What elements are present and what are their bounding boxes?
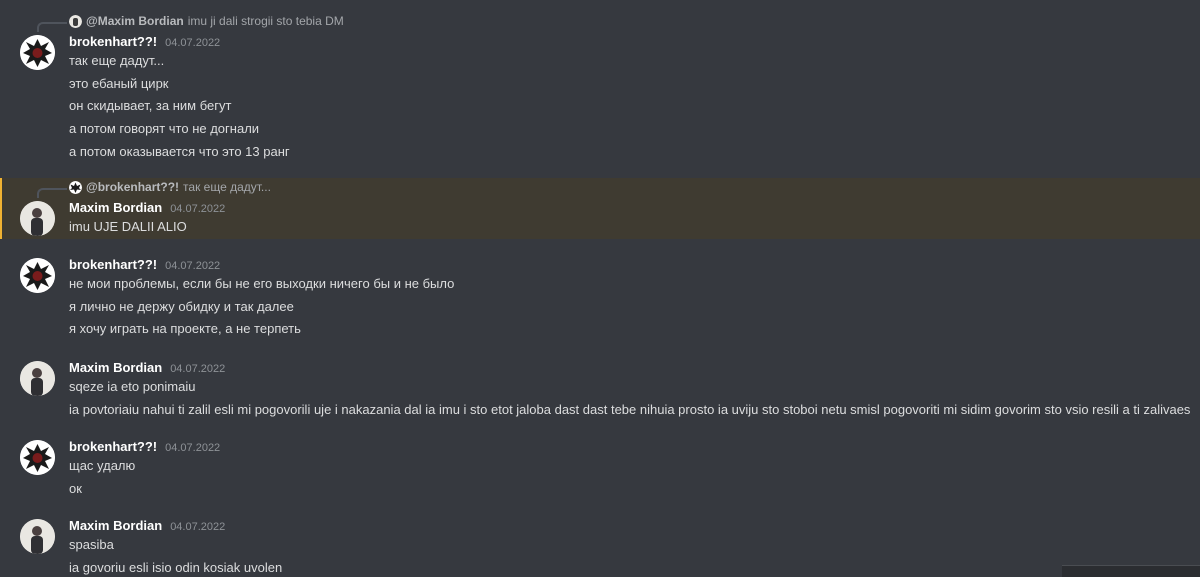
username[interactable]: Maxim Bordian — [69, 518, 162, 533]
message-text: sqeze ia eto ponimaiu — [69, 379, 196, 394]
timestamp[interactable]: 04.07.2022 — [165, 260, 220, 272]
message-text: ia govoriu esli isio odin kosiak uvolen — [69, 560, 283, 575]
reply-text[interactable]: imu ji dali strogii sto tebia DM — [188, 14, 344, 28]
reply-preview[interactable]: @Maxim Bordian imu ji dali strogii sto t… — [69, 13, 344, 29]
message-text: ок — [69, 481, 82, 496]
reply-connector — [37, 22, 67, 32]
message-header: Maxim Bordian 04.07.2022 — [69, 360, 225, 378]
timestamp[interactable]: 04.07.2022 — [170, 363, 225, 375]
avatar[interactable] — [20, 440, 55, 475]
reply-text[interactable]: так еще дадут... — [183, 180, 271, 194]
message-text: щас удалю — [69, 458, 136, 473]
avatar[interactable] — [20, 258, 55, 293]
person-avatar-icon — [20, 519, 55, 554]
spiky-avatar-icon — [20, 35, 55, 70]
message-text: ia povtoriaiu nahui ti zalil esli mi pog… — [69, 402, 1191, 417]
avatar[interactable] — [20, 361, 55, 396]
message-header: brokenhart??! 04.07.2022 — [69, 439, 220, 457]
person-avatar-icon — [20, 201, 55, 236]
chat-message-list: @Maxim Bordian imu ji dali strogii sto t… — [0, 0, 1200, 577]
message-header: Maxim Bordian 04.07.2022 — [69, 200, 225, 218]
message-group: @Maxim Bordian imu ji dali strogii sto t… — [0, 0, 1200, 170]
message-text: не мои проблемы, если бы не его выходки … — [69, 276, 455, 291]
username[interactable]: brokenhart??! — [69, 439, 157, 454]
message-text: так еще дадут... — [69, 53, 165, 68]
message-text: он скидывает, за ним бегут — [69, 98, 232, 113]
reply-author[interactable]: @Maxim Bordian — [86, 14, 184, 28]
timestamp[interactable]: 04.07.2022 — [165, 37, 220, 49]
message-text: imu UJE DALII ALIO — [69, 219, 187, 234]
message-text: это ебаный цирк — [69, 76, 169, 91]
avatar-icon — [69, 180, 82, 194]
message-group: Maxim Bordian 04.07.2022 spasiba ia govo… — [0, 517, 1200, 577]
message-text: а потом оказывается что это 13 ранг — [69, 144, 290, 159]
person-avatar-icon — [20, 361, 55, 396]
message-header: brokenhart??! 04.07.2022 — [69, 257, 220, 275]
reply-preview[interactable]: @brokenhart??! так еще дадут... — [69, 179, 271, 195]
message-header: brokenhart??! 04.07.2022 — [69, 34, 220, 52]
taskbar-thumbnail-preview — [1062, 565, 1200, 577]
message-group: Maxim Bordian 04.07.2022 sqeze ia eto po… — [0, 359, 1200, 424]
message-header: Maxim Bordian 04.07.2022 — [69, 518, 225, 536]
message-text: я хочу играть на проекте, а не терпеть — [69, 321, 301, 336]
message-text: я лично не держу обидку и так далее — [69, 299, 294, 314]
timestamp[interactable]: 04.07.2022 — [170, 521, 225, 533]
message-group: brokenhart??! 04.07.2022 щас удалю ок — [0, 438, 1200, 503]
message-group: brokenhart??! 04.07.2022 не мои проблемы… — [0, 256, 1200, 342]
reply-author[interactable]: @brokenhart??! — [86, 180, 179, 194]
username[interactable]: brokenhart??! — [69, 34, 157, 49]
spiky-avatar-icon — [20, 258, 55, 293]
username[interactable]: Maxim Bordian — [69, 360, 162, 375]
username[interactable]: Maxim Bordian — [69, 200, 162, 215]
timestamp[interactable]: 04.07.2022 — [165, 442, 220, 454]
message-text: а потом говорят что не догнали — [69, 121, 260, 136]
message-group-highlighted: @brokenhart??! так еще дадут... Maxim Bo… — [0, 178, 1200, 239]
reply-connector — [37, 188, 67, 198]
avatar[interactable] — [20, 201, 55, 236]
username[interactable]: brokenhart??! — [69, 257, 157, 272]
avatar[interactable] — [20, 35, 55, 70]
spiky-avatar-icon — [20, 440, 55, 475]
avatar-icon — [69, 14, 82, 28]
message-text: spasiba — [69, 537, 114, 552]
avatar[interactable] — [20, 519, 55, 554]
timestamp[interactable]: 04.07.2022 — [170, 203, 225, 215]
